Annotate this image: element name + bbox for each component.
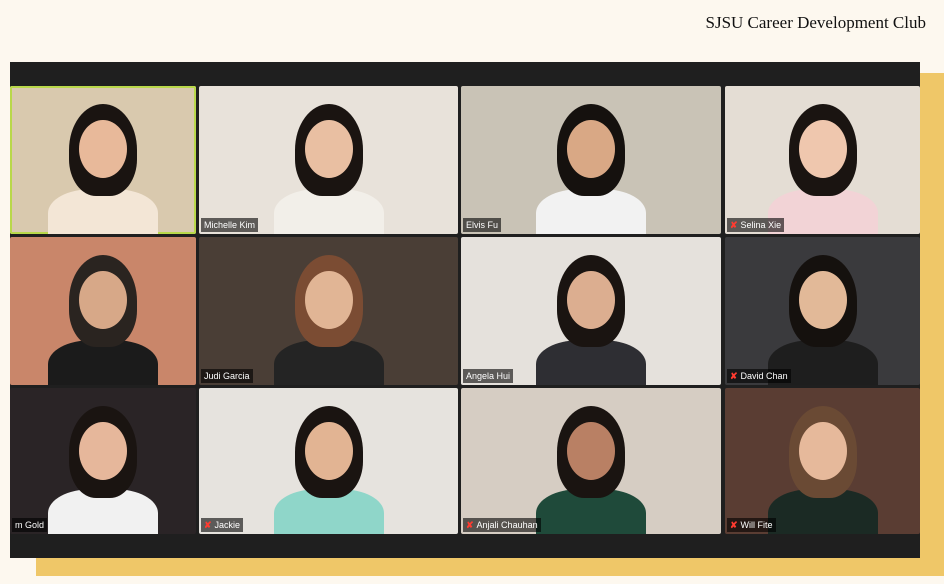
participant-name: Anjali Chauhan [476, 520, 538, 530]
participant-face [567, 119, 615, 178]
participant-name-tag: m Gold [12, 518, 48, 532]
participant-name-tag: Michelle Kim [201, 218, 259, 232]
participant-name-tag: ✘ Selina Xie [727, 218, 785, 232]
participant-face [79, 270, 127, 329]
participant-face [79, 421, 127, 480]
participant-face [798, 421, 847, 480]
participant-name: m Gold [15, 520, 45, 530]
participant-name-tag: Elvis Fu [463, 218, 502, 232]
participant-torso [273, 189, 384, 234]
participant-face [567, 270, 615, 329]
mic-muted-icon: ✘ [730, 220, 738, 230]
participant-tile[interactable]: ✘ Selina Xie [725, 86, 920, 234]
mic-muted-icon: ✘ [204, 520, 212, 530]
participant-face [798, 270, 847, 329]
participant-name: Michelle Kim [204, 220, 256, 230]
participant-tile[interactable]: ✘ Anjali Chauhan [461, 388, 721, 534]
participant-torso [48, 189, 158, 234]
mic-muted-icon: ✘ [730, 520, 738, 530]
participant-name-tag: ✘ Will Fite [727, 518, 776, 532]
participant-tile[interactable]: ✘ Will Fite [725, 388, 920, 534]
participant-face [304, 421, 353, 480]
participant-torso [536, 189, 646, 234]
participant-name: Angela Hui [466, 371, 511, 381]
participant-torso [273, 340, 384, 385]
participant-tile[interactable]: ✘ Jackie [199, 388, 458, 534]
participant-tile[interactable] [10, 237, 196, 385]
participant-name: Selina Xie [740, 220, 782, 230]
participant-name-tag: ✘ David Chan [727, 369, 791, 383]
participant-tile[interactable]: Michelle Kim [199, 86, 458, 234]
participant-name-tag: Angela Hui [463, 369, 514, 383]
participant-tile[interactable]: Elvis Fu [461, 86, 721, 234]
participant-tile[interactable]: ✘ David Chan [725, 237, 920, 385]
mic-muted-icon: ✘ [730, 371, 738, 381]
participant-name: David Chan [740, 371, 788, 381]
participant-tile[interactable] [10, 86, 196, 234]
participant-face [79, 119, 127, 178]
participant-name: Jackie [214, 520, 241, 530]
participant-name-tag: Judi Garcia [201, 369, 253, 383]
participant-name: Elvis Fu [466, 220, 499, 230]
participant-tile[interactable]: m Gold [10, 388, 196, 534]
mic-muted-icon: ✘ [466, 520, 474, 530]
video-call-window: Michelle Kim Elvis Fu ✘ Selina Xie Judi Garc… [10, 62, 920, 558]
participant-face [798, 119, 847, 178]
participant-name: Judi Garcia [204, 371, 250, 381]
participant-face [567, 421, 615, 480]
participant-face [304, 270, 353, 329]
participant-face [304, 119, 353, 178]
participant-torso [536, 340, 646, 385]
participant-name: Will Fite [740, 520, 773, 530]
participant-name-tag: ✘ Jackie [201, 518, 244, 532]
participant-name-tag: ✘ Anjali Chauhan [463, 518, 541, 532]
participant-tile[interactable]: Judi Garcia [199, 237, 458, 385]
participant-tile[interactable]: Angela Hui [461, 237, 721, 385]
brand-title: SJSU Career Development Club [705, 13, 927, 32]
participant-torso [48, 340, 158, 385]
